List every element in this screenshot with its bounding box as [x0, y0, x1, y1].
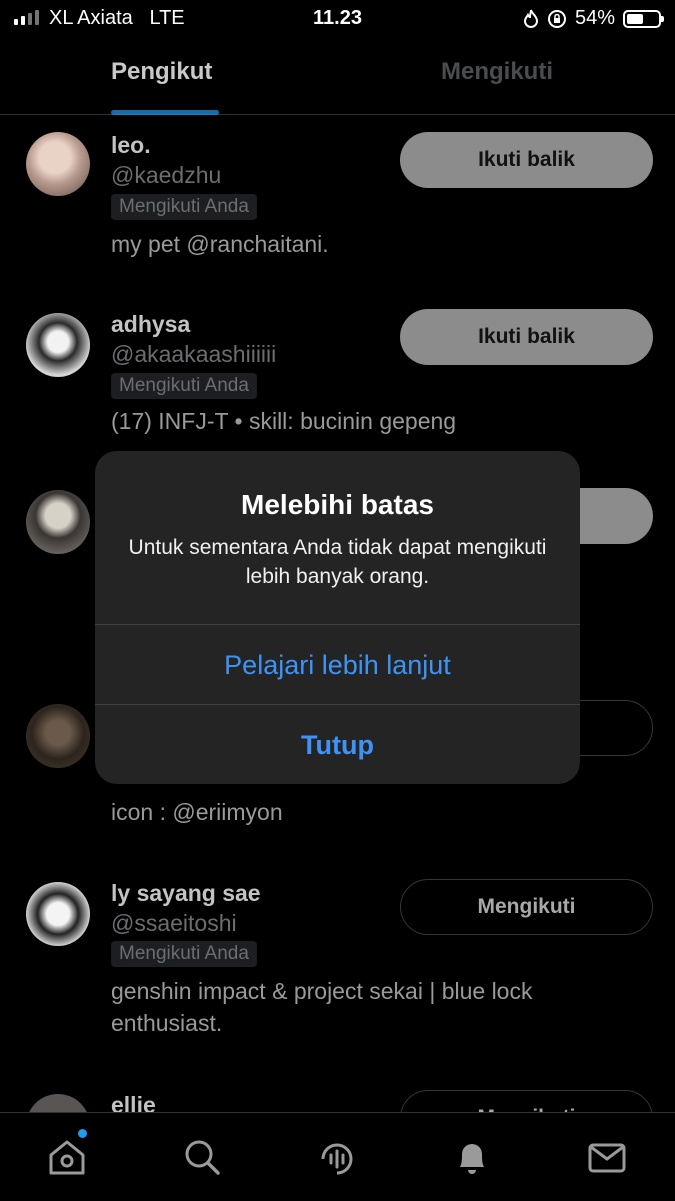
follow-back-button[interactable]: Ikuti balik [400, 309, 653, 365]
status-bar: XL Axiata LTE 11.23 54% [0, 0, 675, 38]
alert-message: Untuk sementara Anda tidak dapat mengiku… [128, 536, 547, 588]
user-name: leo. [111, 132, 151, 158]
user-bio: icon : @eriimyon [111, 799, 283, 825]
follows-you-badge: Mengikuti Anda [111, 373, 257, 399]
user-bio: genshin impact & project sekai | blue lo… [111, 978, 533, 1036]
user-bio: (17) INFJ-T • skill: bucinin gepeng [111, 408, 457, 434]
avatar[interactable] [26, 490, 90, 554]
spaces-icon[interactable] [315, 1135, 359, 1179]
unread-dot [78, 1129, 87, 1138]
follows-you-badge: Mengikuti Anda [111, 194, 257, 220]
notifications-icon[interactable] [450, 1135, 494, 1179]
bottom-nav [0, 1112, 675, 1201]
search-icon[interactable] [180, 1135, 224, 1179]
avatar[interactable] [26, 704, 90, 768]
tab-followers[interactable]: Pengikut [111, 58, 212, 86]
battery-percent: 54% [574, 7, 615, 29]
follow-back-button[interactable]: Ikuti balik [400, 132, 653, 188]
battery-icon [623, 9, 664, 28]
limit-alert-dialog: Melebihi batas Untuk sementara Anda tida… [95, 451, 580, 784]
learn-more-button[interactable]: Pelajari lebih lanjut [95, 625, 580, 705]
user-handle: @kaedzhu [111, 162, 222, 188]
user-name: adhysa [111, 311, 191, 337]
user-name: ly sayang sae [111, 880, 261, 906]
avatar[interactable] [26, 882, 90, 946]
follows-you-badge: Mengikuti Anda [111, 941, 257, 967]
alert-title: Melebihi batas [241, 489, 434, 520]
avatar[interactable] [26, 132, 90, 196]
close-button[interactable]: Tutup [95, 705, 580, 784]
status-right: 54% [523, 7, 664, 30]
rotation-lock-icon [547, 9, 566, 28]
messages-icon[interactable] [585, 1135, 629, 1179]
tab-following[interactable]: Mengikuti [441, 58, 553, 86]
user-handle: @ssaeitoshi [111, 910, 237, 936]
user-bio: my pet @ranchaitani. [111, 231, 329, 257]
following-button[interactable]: Mengikuti [400, 879, 653, 935]
user-handle: @akaakaashiiiiii [111, 341, 277, 367]
avatar[interactable] [26, 313, 90, 377]
flame-icon [523, 9, 538, 28]
follow-tabs: Pengikut Mengikuti [0, 38, 675, 115]
active-tab-indicator [111, 110, 219, 115]
home-icon[interactable] [45, 1129, 89, 1179]
